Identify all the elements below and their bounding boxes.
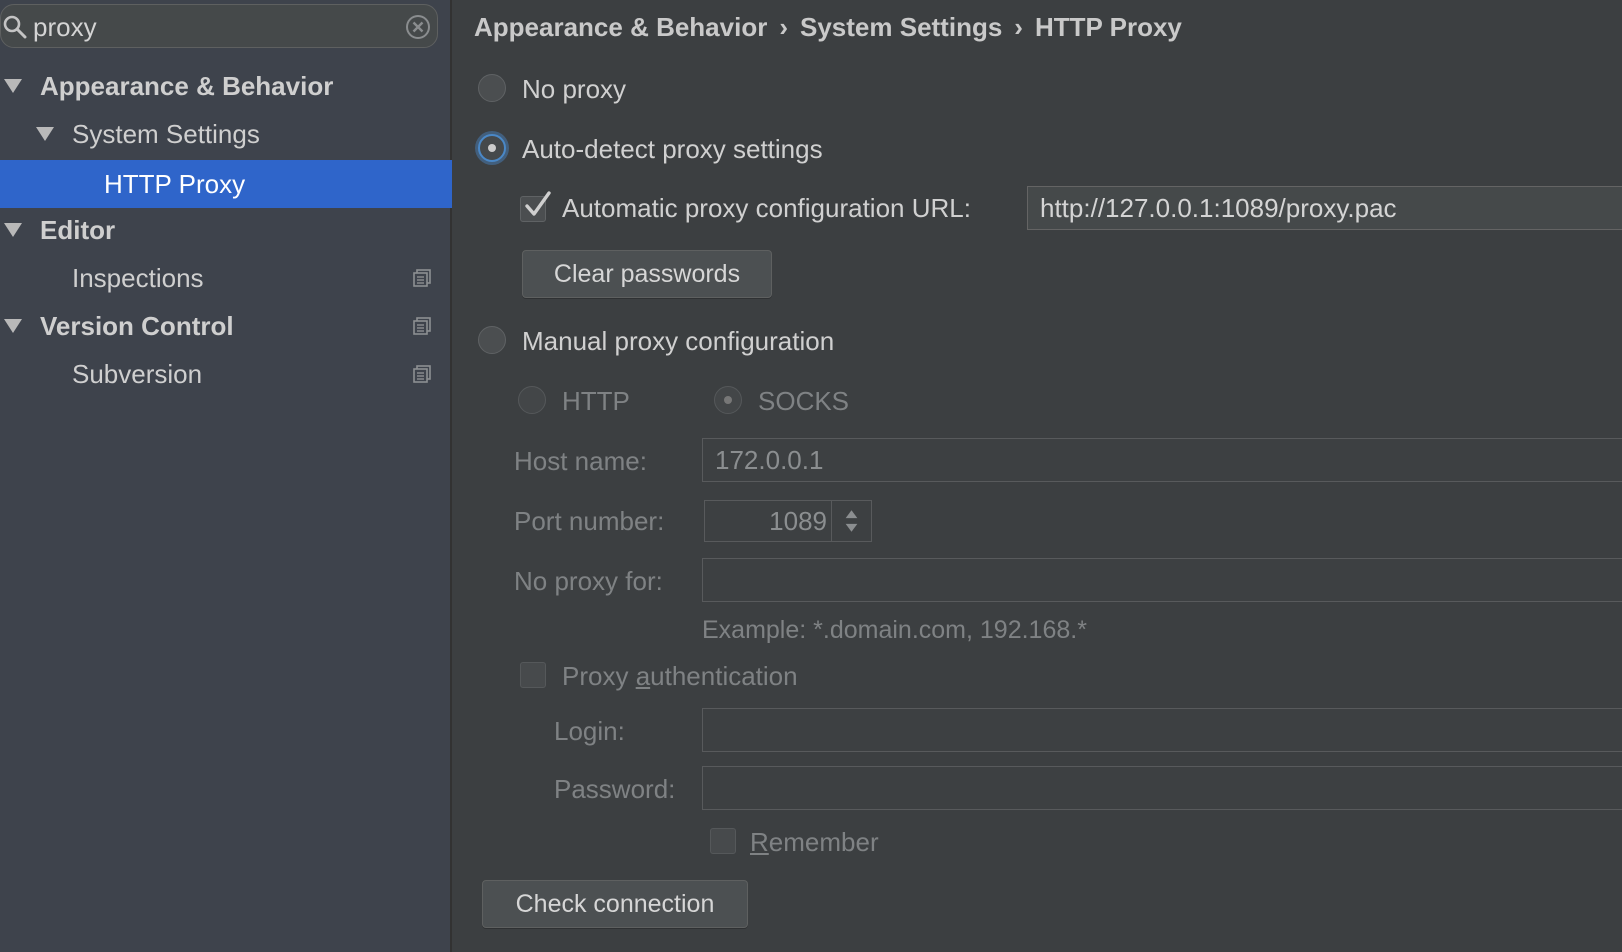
remember-label[interactable]: Remember xyxy=(750,826,879,858)
tree-item-label: HTTP Proxy xyxy=(104,169,246,199)
http-label[interactable]: HTTP xyxy=(562,385,630,417)
search-icon xyxy=(3,15,27,39)
tree-item-label: System Settings xyxy=(72,119,260,149)
expand-arrow-icon[interactable] xyxy=(4,79,22,93)
tree-item-label: Subversion xyxy=(72,359,203,389)
label-part: uthentication xyxy=(650,661,798,691)
proxy-authentication-label[interactable]: Proxy authentication xyxy=(562,660,798,692)
expand-arrow-icon[interactable] xyxy=(4,223,22,237)
mnemonic-char: a xyxy=(635,661,651,691)
spinner-arrows-icon[interactable] xyxy=(831,501,871,541)
checkmark-icon xyxy=(525,191,551,216)
label-part: Proxy xyxy=(562,661,636,691)
auto-config-url-label[interactable]: Automatic proxy configuration URL: xyxy=(562,192,971,224)
tree-item-editor[interactable]: Editor xyxy=(0,206,452,254)
tree-item-version-control[interactable]: Version Control xyxy=(0,302,452,350)
tree-item-subversion[interactable]: Subversion xyxy=(0,350,452,398)
no-proxy-for-field[interactable] xyxy=(702,558,1622,602)
search-input[interactable]: proxy xyxy=(33,13,97,41)
http-proxy-panel: Appearance & Behavior › System Settings › HT… xyxy=(454,0,1622,952)
mnemonic-char: R xyxy=(750,827,769,857)
check-connection-button[interactable]: Check connection xyxy=(482,880,748,928)
no-proxy-label[interactable]: No proxy xyxy=(522,73,626,105)
no-proxy-example-hint: Example: *.domain.com, 192.168.* xyxy=(702,616,1087,644)
label-part: emember xyxy=(768,827,879,857)
host-name-field[interactable]: 172.0.0.1 xyxy=(702,438,1622,482)
breadcrumb-separator: › xyxy=(1014,12,1023,42)
http-radio[interactable] xyxy=(518,386,546,414)
settings-sidebar: proxy Appearance & Behavior System Setti… xyxy=(0,0,452,952)
project-settings-icon xyxy=(413,365,431,383)
expand-arrow-icon[interactable] xyxy=(4,319,22,333)
expand-arrow-icon[interactable] xyxy=(36,127,54,141)
socks-radio[interactable] xyxy=(714,386,742,414)
host-name-label: Host name: xyxy=(514,446,647,476)
clear-search-icon[interactable] xyxy=(405,14,431,40)
login-label: Login: xyxy=(554,716,625,746)
breadcrumb-item[interactable]: Appearance & Behavior xyxy=(474,12,767,42)
password-label: Password: xyxy=(554,774,676,804)
tree-item-http-proxy[interactable]: HTTP Proxy xyxy=(0,160,452,208)
socks-label[interactable]: SOCKS xyxy=(758,385,849,417)
project-settings-icon xyxy=(413,269,431,287)
clear-passwords-button[interactable]: Clear passwords xyxy=(522,250,772,298)
auto-detect-label[interactable]: Auto-detect proxy settings xyxy=(522,133,823,165)
tree-item-label: Editor xyxy=(40,215,116,245)
breadcrumb-separator: › xyxy=(779,12,788,42)
project-settings-icon xyxy=(413,317,431,335)
port-number-label: Port number: xyxy=(514,506,665,536)
tree-item-system-settings[interactable]: System Settings xyxy=(0,110,452,158)
auto-detect-radio[interactable] xyxy=(478,134,506,162)
port-number-spinner[interactable]: 1089 xyxy=(704,500,872,542)
auto-config-url-checkbox[interactable] xyxy=(520,191,551,222)
breadcrumb: Appearance & Behavior › System Settings › HT… xyxy=(474,10,1182,44)
proxy-authentication-checkbox[interactable] xyxy=(520,662,546,688)
settings-search-box[interactable]: proxy xyxy=(0,4,438,48)
no-proxy-for-label: No proxy for: xyxy=(514,566,663,596)
tree-item-label: Inspections xyxy=(72,263,204,293)
tree-item-appearance-behavior[interactable]: Appearance & Behavior xyxy=(0,62,452,110)
settings-dialog: proxy Appearance & Behavior System Setti… xyxy=(0,0,1622,952)
port-number-value[interactable]: 1089 xyxy=(769,501,827,541)
manual-proxy-label[interactable]: Manual proxy configuration xyxy=(522,325,834,357)
remember-checkbox[interactable] xyxy=(710,828,736,854)
auto-config-url-field[interactable]: http://127.0.0.1:1089/proxy.pac xyxy=(1027,186,1622,230)
password-field[interactable] xyxy=(702,766,1622,810)
tree-item-label: Appearance & Behavior xyxy=(40,71,334,101)
breadcrumb-item[interactable]: System Settings xyxy=(800,12,1002,42)
no-proxy-radio[interactable] xyxy=(478,74,506,102)
tree-item-label: Version Control xyxy=(40,311,234,341)
breadcrumb-item-current: HTTP Proxy xyxy=(1034,12,1182,42)
login-field[interactable] xyxy=(702,708,1622,752)
tree-item-inspections[interactable]: Inspections xyxy=(0,254,452,302)
manual-proxy-radio[interactable] xyxy=(478,326,506,354)
